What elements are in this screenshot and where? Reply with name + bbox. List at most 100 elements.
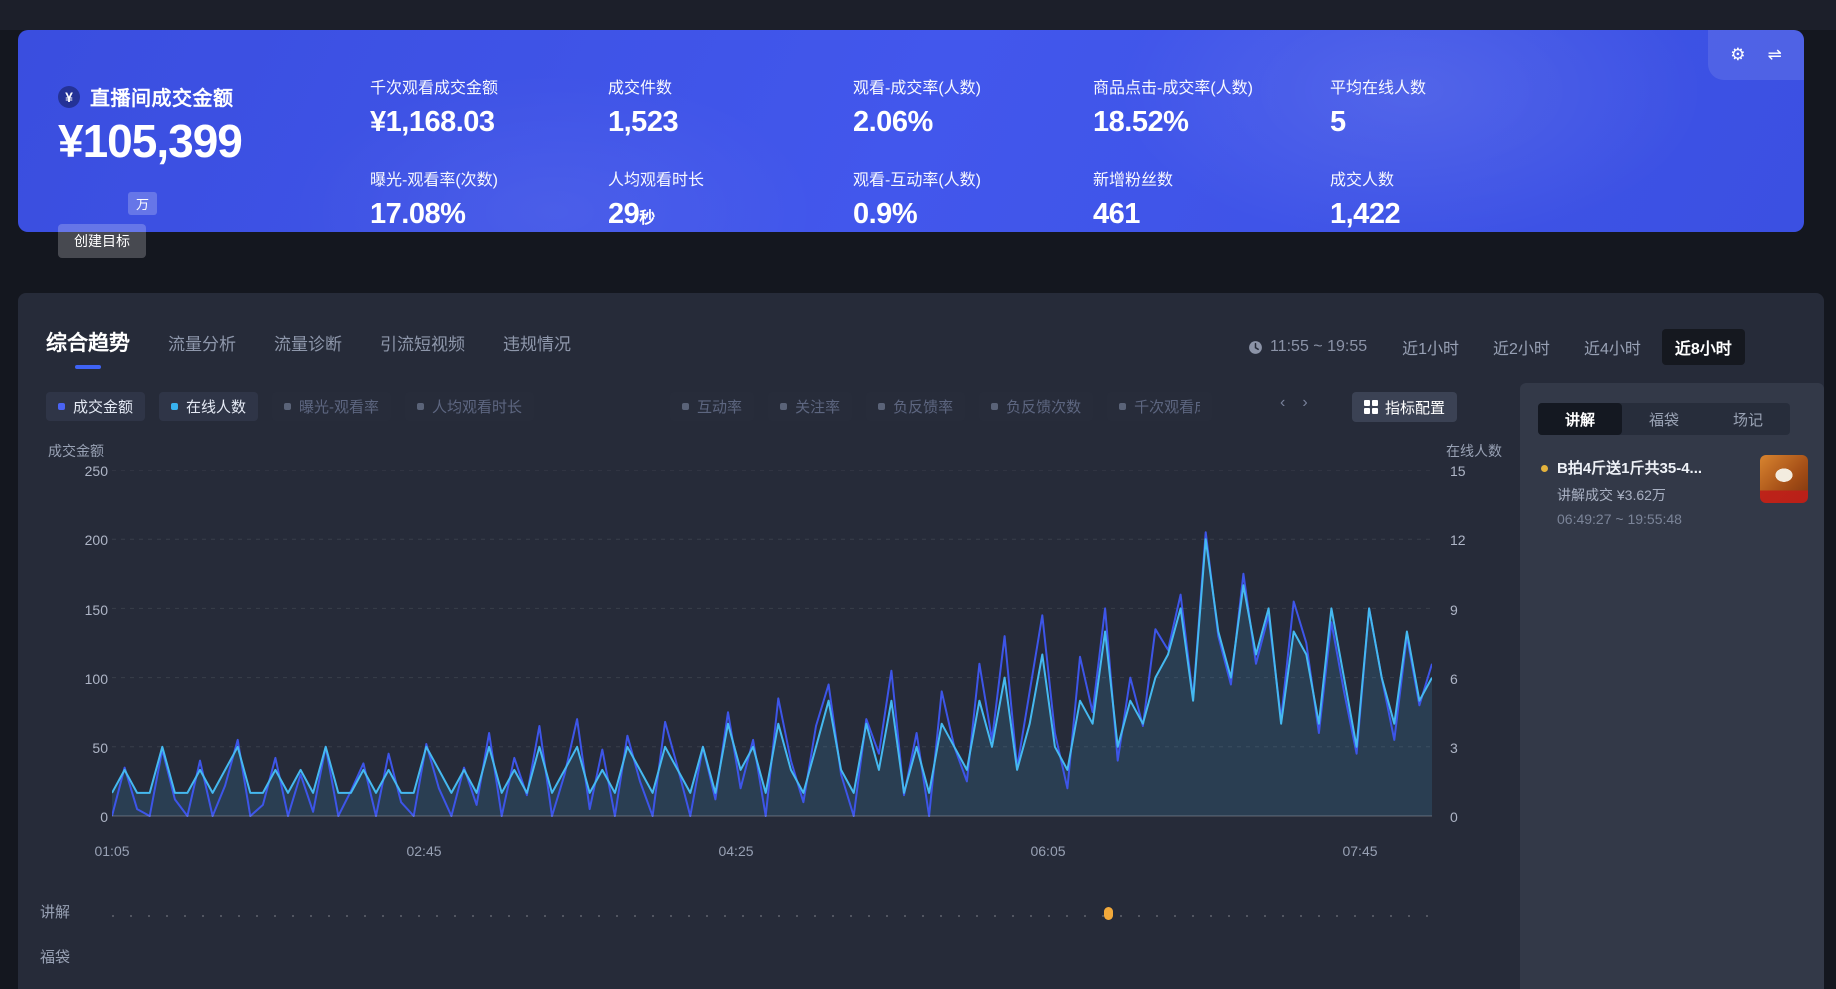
x-axis-tick: 07:45 <box>1342 843 1377 859</box>
metric-value: 18.52% <box>1093 106 1330 139</box>
sidebar-tab-explain[interactable]: 讲解 <box>1538 403 1622 435</box>
left-axis-tick: 50 <box>48 740 108 756</box>
x-axis-tick: 01:05 <box>94 843 129 859</box>
legend-dot <box>171 403 178 410</box>
metric-cell: 观看-成交率(人数) 2.06% <box>853 74 1093 166</box>
metric-label: 千次观看成交金额 <box>370 74 608 98</box>
metric-cell: 成交件数 1,523 <box>608 74 853 166</box>
chip-negative-feedback-rate[interactable]: 负反馈率 <box>866 392 965 421</box>
metric-config-button[interactable]: 指标配置 <box>1352 392 1457 422</box>
time-btn-2h[interactable]: 近2小时 <box>1480 329 1563 365</box>
chip-exposure-view-rate[interactable]: 曝光-观看率 <box>272 392 391 421</box>
metric-label: 新增粉丝数 <box>1093 166 1330 190</box>
right-axis-tick: 12 <box>1450 532 1466 548</box>
time-btn-4h[interactable]: 近4小时 <box>1571 329 1654 365</box>
kpi-banner: ⚙ ⇌ ¥ 直播间成交金额 ¥105,399 万 创建目标 千次观看成交金额 ¥… <box>18 30 1804 232</box>
right-axis-tick: 15 <box>1450 463 1466 479</box>
explain-sidebar: 讲解 福袋 场记 B拍4斤送1斤共35-4... 讲解成交 ¥3.62万 06:… <box>1520 383 1824 989</box>
metric-label: 平均在线人数 <box>1330 74 1760 98</box>
gmv-main-value: ¥105,399 <box>58 114 242 168</box>
banner-title-row: ¥ 直播间成交金额 <box>58 82 234 111</box>
banner-title: 直播间成交金额 <box>90 82 234 111</box>
metric-value: 0.9% <box>853 198 1093 231</box>
metric-cell: 平均在线人数 5 <box>1330 74 1760 166</box>
metric-value: ¥1,168.03 <box>370 106 608 139</box>
legend-chip-row: 成交金额 在线人数 曝光-观看率 人均观看时长 互动率 关注率 负反馈率 负反馈… <box>46 392 1212 421</box>
chevron-left-icon[interactable]: ‹ <box>1280 394 1285 412</box>
trend-panel: 综合趋势 流量分析 流量诊断 引流短视频 违规情况 11:55 ~ 19:55 … <box>18 293 1824 989</box>
tab-traffic-analysis[interactable]: 流量分析 <box>168 330 236 355</box>
chip-per-mille-gmv[interactable]: 千次观看成交金额 <box>1107 392 1212 421</box>
right-axis-tick: 9 <box>1450 602 1458 618</box>
chip-negative-feedback-count[interactable]: 负反馈次数 <box>979 392 1093 421</box>
chip-online-users[interactable]: 在线人数 <box>159 392 258 421</box>
legend-dot <box>991 403 998 410</box>
explain-marker-dot[interactable] <box>1104 907 1113 920</box>
chip-scroll-nav: ‹ › <box>1280 394 1308 412</box>
metric-cell: 成交人数 1,422 <box>1330 166 1760 258</box>
time-range-text: 11:55 ~ 19:55 <box>1270 338 1367 356</box>
chip-gmv[interactable]: 成交金额 <box>46 392 145 421</box>
swap-icon[interactable]: ⇌ <box>1768 45 1782 65</box>
legend-dot <box>1119 403 1126 410</box>
chip-follow-rate[interactable]: 关注率 <box>768 392 852 421</box>
item-product-title: B拍4斤送1斤共35-4... <box>1557 457 1753 478</box>
x-axis-tick: 04:25 <box>718 843 753 859</box>
item-deal-amount: 讲解成交 ¥3.62万 <box>1557 485 1666 505</box>
legend-dot <box>417 403 424 410</box>
metric-value: 5 <box>1330 106 1760 139</box>
panel-tabs: 综合趋势 流量分析 流量诊断 引流短视频 违规情况 <box>46 327 571 357</box>
time-btn-8h[interactable]: 近8小时 <box>1662 329 1745 365</box>
timeline-row-explain-label: 讲解 <box>40 901 70 922</box>
product-thumbnail[interactable] <box>1760 455 1808 503</box>
metric-label: 观看-互动率(人数) <box>853 166 1093 190</box>
chevron-right-icon[interactable]: › <box>1302 394 1307 412</box>
right-axis-title: 在线人数 <box>1446 441 1502 461</box>
tab-composite-trend[interactable]: 综合趋势 <box>46 327 130 357</box>
create-goal-button[interactable]: 创建目标 <box>58 224 146 258</box>
chip-interaction-rate[interactable]: 互动率 <box>670 392 754 421</box>
x-axis-tick: 02:45 <box>406 843 441 859</box>
explain-list-item[interactable]: B拍4斤送1斤共35-4... 讲解成交 ¥3.62万 06:49:27 ~ 1… <box>1520 449 1824 549</box>
metric-cell: 商品点击-成交率(人数) 18.52% <box>1093 74 1330 166</box>
grid-config-icon <box>1364 400 1378 414</box>
metric-value: 2.06% <box>853 106 1093 139</box>
sidebar-tab-luckybag[interactable]: 福袋 <box>1622 403 1706 435</box>
legend-dot <box>58 403 65 410</box>
metric-cell: 观看-互动率(人数) 0.9% <box>853 166 1093 258</box>
x-axis-tick: 06:05 <box>1030 843 1065 859</box>
left-axis-tick: 150 <box>48 602 108 618</box>
legend-dot <box>878 403 885 410</box>
timeline-row-luckybag-label: 福袋 <box>40 946 70 967</box>
metric-value: 1,523 <box>608 106 853 139</box>
right-axis-tick: 3 <box>1450 740 1458 756</box>
left-axis-title: 成交金额 <box>48 441 104 461</box>
metric-label: 成交人数 <box>1330 166 1760 190</box>
metric-value: 1,422 <box>1330 198 1760 231</box>
gear-icon[interactable]: ⚙ <box>1730 45 1745 65</box>
tab-short-video[interactable]: 引流短视频 <box>380 330 465 355</box>
metric-value: 29秒 <box>608 198 853 231</box>
legend-dot <box>284 403 291 410</box>
right-axis-tick: 6 <box>1450 671 1458 687</box>
sidebar-tabs: 讲解 福袋 场记 <box>1538 403 1790 435</box>
item-bullet-dot <box>1541 465 1548 472</box>
legend-dot <box>780 403 787 410</box>
sidebar-tab-log[interactable]: 场记 <box>1706 403 1790 435</box>
time-btn-1h[interactable]: 近1小时 <box>1389 329 1472 365</box>
chart-series <box>112 532 1432 816</box>
kpi-metric-grid: 千次观看成交金额 ¥1,168.03 成交件数 1,523 观看-成交率(人数)… <box>370 74 1760 258</box>
time-filter-group: 11:55 ~ 19:55 近1小时 近2小时 近4小时 近8小时 <box>1248 329 1745 365</box>
metric-label: 曝光-观看率(次数) <box>370 166 608 190</box>
metric-label: 观看-成交率(人数) <box>853 74 1093 98</box>
metric-value: 461 <box>1093 198 1330 231</box>
tab-traffic-diagnosis[interactable]: 流量诊断 <box>274 330 342 355</box>
yen-coin-icon: ¥ <box>58 86 80 108</box>
trend-chart-plot[interactable] <box>112 470 1432 817</box>
tab-violations[interactable]: 违规情况 <box>503 330 571 355</box>
metric-cell: 曝光-观看率(次数) 17.08% <box>370 166 608 258</box>
time-range: 11:55 ~ 19:55 <box>1248 338 1367 356</box>
metric-label: 商品点击-成交率(人数) <box>1093 74 1330 98</box>
chip-avg-watch-time[interactable]: 人均观看时长 <box>405 392 534 421</box>
gmv-unit-badge: 万 <box>128 192 157 215</box>
